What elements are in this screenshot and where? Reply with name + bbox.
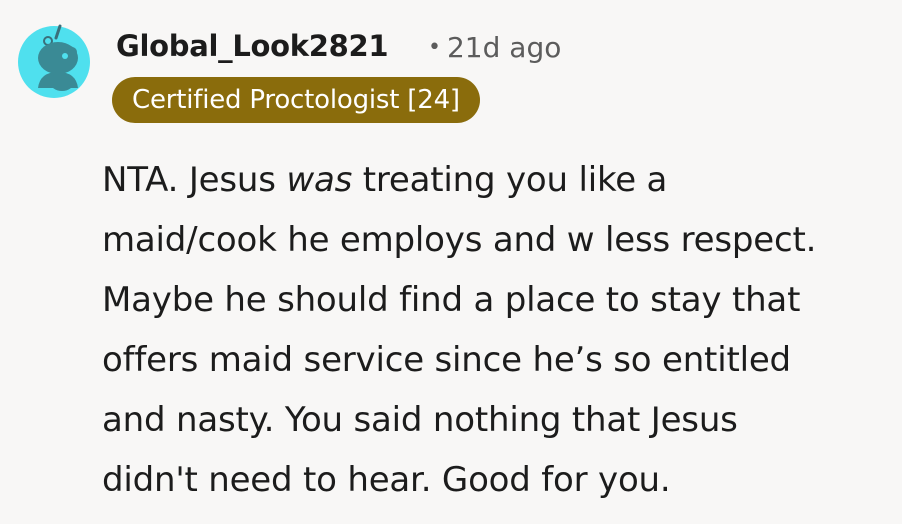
comment-line-6: didn't need to hear. Good for you. bbox=[102, 460, 671, 500]
comment-meta: • 21d ago bbox=[428, 28, 561, 68]
comment-timestamp[interactable]: 21d ago bbox=[447, 31, 561, 64]
user-flair: Certified Proctologist [24] bbox=[112, 77, 480, 123]
comment-line-5: and nasty. You said nothing that Jesus bbox=[102, 400, 738, 440]
meta-separator: • bbox=[428, 35, 441, 60]
comment-line-2: maid/cook he employs and w less respect. bbox=[102, 220, 817, 260]
comment: Global_Look2821 • 21d ago Certified Proct… bbox=[0, 0, 902, 524]
comment-line-1: NTA. Jesus was treating you like a bbox=[102, 160, 668, 200]
emphasis-text: was bbox=[286, 160, 353, 200]
comment-author[interactable]: Global_Look2821 bbox=[116, 26, 389, 66]
snoo-avatar-icon bbox=[18, 24, 90, 98]
comment-line-3: Maybe he should find a place to stay tha… bbox=[102, 280, 801, 320]
comment-line-4: offers maid service since he’s so entitl… bbox=[102, 340, 791, 380]
comment-body: NTA. Jesus was treating you like a maid/… bbox=[102, 150, 898, 510]
user-avatar[interactable] bbox=[18, 16, 90, 110]
